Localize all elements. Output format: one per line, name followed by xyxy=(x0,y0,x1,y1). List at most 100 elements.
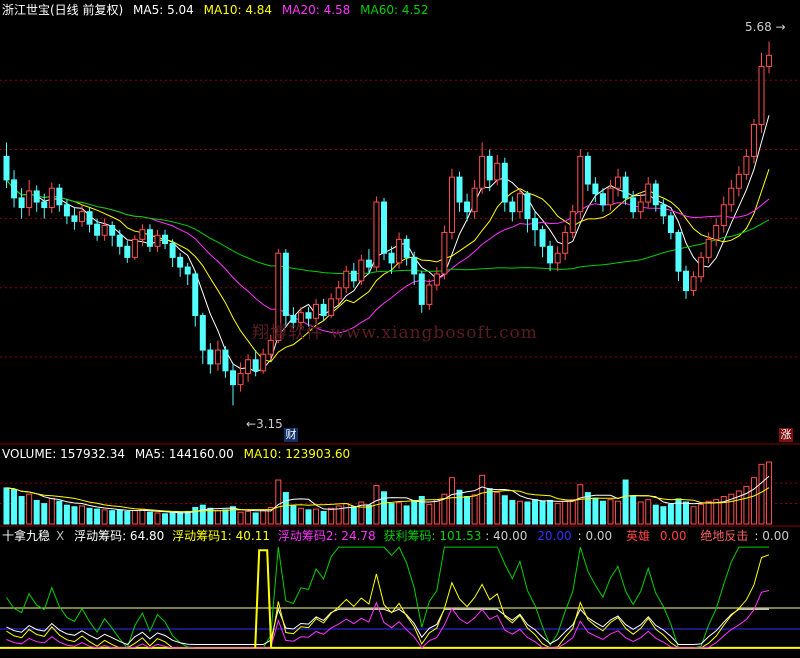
candle-body xyxy=(607,187,614,206)
candle-body xyxy=(33,190,40,203)
volume-bar xyxy=(532,499,538,525)
candle-body xyxy=(486,155,493,181)
volume-bar xyxy=(86,507,93,525)
candle-body xyxy=(48,187,55,209)
candle-body xyxy=(11,179,18,199)
candle-body xyxy=(743,155,750,175)
volume-bar xyxy=(350,506,357,525)
candle-body xyxy=(199,314,206,351)
candle-body xyxy=(562,231,569,254)
candle-body xyxy=(313,303,320,319)
candle-body xyxy=(154,234,161,247)
candle-body xyxy=(547,245,554,264)
volume-bar xyxy=(79,505,85,525)
candle-body xyxy=(131,238,138,258)
volume-bar xyxy=(365,504,372,525)
candle-body xyxy=(177,256,184,268)
candle-body xyxy=(637,201,644,213)
candle-body xyxy=(207,349,214,365)
volume-bar xyxy=(486,488,493,525)
volume-bar xyxy=(607,499,614,525)
candle-body xyxy=(728,187,735,206)
candle-body xyxy=(667,215,674,233)
rise-badge[interactable]: 涨 xyxy=(779,428,793,442)
volume-bar xyxy=(26,493,33,525)
volume-bar xyxy=(199,504,206,525)
volume-bar xyxy=(615,500,622,525)
candle-body xyxy=(365,259,372,268)
candle-body xyxy=(418,273,425,305)
volume-bar xyxy=(101,509,108,525)
volume-bar xyxy=(584,492,591,525)
volume-bar xyxy=(433,499,440,525)
volume-bar xyxy=(592,497,599,525)
volume-bar xyxy=(547,499,554,525)
finance-badge[interactable]: 财 xyxy=(284,428,298,442)
candle-body xyxy=(26,190,33,209)
candle-body xyxy=(71,215,78,222)
candle-body xyxy=(373,201,380,268)
ref-line-label: : 40.00 xyxy=(485,529,528,543)
volume-bar xyxy=(260,510,267,525)
candle-body xyxy=(501,162,508,203)
volume-bar xyxy=(637,501,644,525)
candle-body xyxy=(116,234,123,247)
volume-bar xyxy=(3,487,10,525)
candle-body xyxy=(320,303,327,316)
candle-body xyxy=(94,223,101,236)
volume-bar xyxy=(622,479,629,525)
candle-body xyxy=(41,201,48,209)
candle-body xyxy=(599,193,606,206)
volume-bar xyxy=(63,504,70,525)
volume-bar xyxy=(313,508,320,525)
volume-bar xyxy=(660,506,667,525)
candle-body xyxy=(660,204,667,217)
candle-body xyxy=(554,252,561,264)
stock-title: 浙江世宝(日线 前复权) xyxy=(2,3,124,17)
candle-body xyxy=(735,173,742,189)
candle-body xyxy=(690,276,697,292)
candle-body xyxy=(577,155,584,213)
volume-bar xyxy=(343,503,350,525)
volume-bar xyxy=(146,511,153,525)
candle-body xyxy=(63,204,70,217)
candle-body xyxy=(169,243,176,258)
volume-bar xyxy=(252,512,259,525)
ma60-label: MA60: 4.52 xyxy=(360,3,429,17)
float-chip2-label: 浮动筹码2: 24.78 xyxy=(277,529,376,543)
volume-bar xyxy=(275,479,282,525)
candle-body xyxy=(532,218,538,231)
volume-bar xyxy=(509,499,516,525)
volume-bar xyxy=(230,506,236,525)
volume-bar xyxy=(162,513,169,525)
volume-bar xyxy=(131,510,138,525)
candle-body xyxy=(162,234,169,245)
candle-body xyxy=(124,245,131,258)
candle-body xyxy=(584,155,591,185)
volume-bar xyxy=(539,500,546,525)
candle-body xyxy=(109,225,116,236)
volume-bar xyxy=(479,474,486,525)
candle-body xyxy=(622,176,629,199)
candle-body xyxy=(494,162,501,181)
volume-bar xyxy=(11,488,18,525)
volume-bar xyxy=(501,495,508,525)
volume-bar xyxy=(33,499,40,525)
volume-bar xyxy=(297,507,304,525)
candle-body xyxy=(569,211,576,233)
candle-body xyxy=(615,176,622,189)
candle-body xyxy=(456,176,463,203)
volume-bar xyxy=(403,505,410,525)
volume-bar xyxy=(18,496,25,525)
candle-body xyxy=(260,353,267,372)
candle-body xyxy=(645,183,652,203)
candle-body xyxy=(403,238,410,258)
close-icon[interactable]: X xyxy=(56,529,64,543)
volume-bar xyxy=(184,510,191,525)
volume-bar xyxy=(577,484,584,525)
candle-body xyxy=(79,211,85,222)
volume-bar xyxy=(645,499,652,525)
volume-bar xyxy=(71,506,78,525)
candle-body xyxy=(245,359,252,375)
candle-body xyxy=(358,259,365,282)
